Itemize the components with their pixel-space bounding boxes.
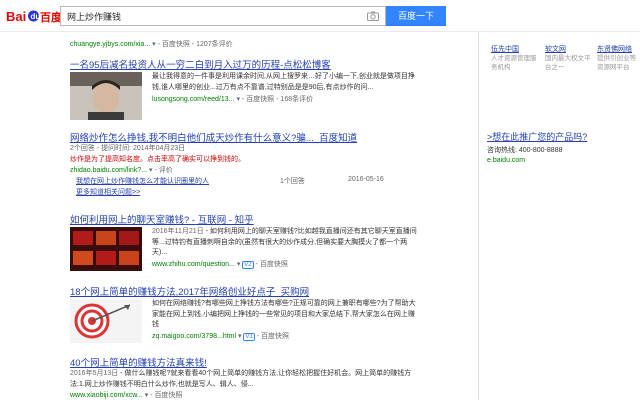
result-url: www.zhihu.com/question... ▾ V2 - 百度快照 — [152, 260, 288, 269]
svg-text:du: du — [31, 12, 41, 21]
result-abstract: 炒作是为了提高知名度。点击率高了确实可以挣到钱的。 — [70, 155, 245, 163]
verified-badge[interactable]: V1 — [243, 332, 255, 341]
sidebar-item-desc: 人才资源管理服务机构 — [491, 55, 537, 71]
snapshot-link[interactable]: 百度快照 — [162, 41, 190, 48]
sidebar-item-title[interactable]: 软文网 — [545, 44, 595, 54]
result-item: 40个网上简单的赚钱方法真来钱! 2016年5月13日 - 做什么赚钱呢?就来看… — [70, 355, 420, 400]
svg-text:Bai: Bai — [6, 9, 26, 24]
result-abstract: 最让我得意的一件事是利用课余时间,从网上搜罗来…好了小编一下,创业就是做项目挣钱… — [152, 73, 415, 91]
search-input[interactable] — [61, 7, 351, 25]
result-meta: 2个回答 - 提问时间: 2014年04月23日 — [70, 145, 186, 152]
sidebar-item[interactable]: 东贤佛网络 提供引创业等资源网平台 — [597, 44, 640, 72]
more-questions-link[interactable]: 更多知道相关问题>> — [76, 187, 140, 197]
result-abstract: 2016年5月13日 - 做什么赚钱呢?就来看看40个网上简单的赚钱方法,让你轻… — [70, 369, 420, 390]
result-thumbnail[interactable] — [70, 227, 142, 271]
search-button[interactable]: 百度一下 — [386, 6, 446, 26]
snapshot-link[interactable]: 百度快照 — [246, 96, 274, 103]
result-url: zhidao.baidu.com/link?... ▾ - 评价 — [70, 167, 173, 174]
result-title[interactable]: 18个网上简单的赚钱方法,2017年网络创业好点子_买购网 — [70, 284, 420, 298]
sidebar-item-title[interactable]: 东贤佛网络 — [597, 44, 640, 54]
snapshot-link[interactable]: 百度快照 — [154, 392, 182, 399]
verified-badge[interactable]: V2 — [242, 260, 254, 269]
promo-link[interactable]: >想在此推广您的产品吗? — [487, 130, 587, 143]
right-sidebar: 伍先中国 人才资源管理服务机构 软文网 国内最大权文平台之一 东贤佛网络 提供引… — [478, 32, 640, 400]
result-title[interactable]: 网络炒作怎么挣钱,我不明白他们成天炒作有什么意义?骗..._百度知道 — [70, 130, 420, 144]
snapshot-link[interactable]: 百度快照 — [261, 333, 289, 340]
result-item: 网络炒作怎么挣钱,我不明白他们成天炒作有什么意义?骗..._百度知道 2个回答 … — [70, 130, 420, 197]
result-url: zq.maigoo.com/3798...html ▾ V1 - 百度快照 — [152, 332, 290, 341]
baidu-logo[interactable]: Bai du 百度 — [6, 6, 60, 26]
sub-date: 2016-05-16 — [348, 176, 384, 183]
sidebar-item-desc: 提供引创业等资源网平台 — [597, 55, 636, 71]
svg-text:百度: 百度 — [40, 10, 60, 24]
sub-question-link[interactable]: 我想在网上炒作赚钱怎么才能认识圈里的人 — [76, 176, 209, 186]
result-abstract-text: - 做什么赚钱呢?就来看看40个网上简单的赚钱方法,让你轻松把握住好机会。网上简… — [70, 370, 412, 388]
sub-answer-count: 1个回答 — [280, 178, 305, 185]
result-url: chuangye.yjbys.com/xia... ▾ - 百度快照 - 120… — [70, 41, 233, 48]
result-title[interactable]: 40个网上简单的赚钱方法真来钱! — [70, 355, 420, 369]
review-count[interactable]: 1207条评价 — [196, 41, 233, 48]
result-url-text[interactable]: www.xiaobiji.com/xcw... — [70, 392, 143, 399]
result-thumbnail[interactable] — [70, 72, 142, 120]
sidebar-item-desc: 国内最大权文平台之一 — [545, 55, 591, 71]
header: Bai du 百度 百度一下 — [0, 0, 640, 32]
result-item: chuangye.yjbys.com/xia... ▾ - 百度快照 - 120… — [70, 39, 420, 49]
search-box — [60, 6, 386, 26]
result-item: 一名95后减名投资人从一穷二白到月入过万的历程-点松松博客 最让我得意的一件事是… — [70, 57, 420, 120]
result-abstract: 如何在网络赚钱?有哪些网上挣钱方法有哪些?正规可靠的网上兼职有哪些?为了帮助大家… — [152, 300, 416, 328]
result-url-text[interactable]: zq.maigoo.com/3798...html — [152, 333, 236, 340]
sidebar-item[interactable]: 软文网 国内最大权文平台之一 — [545, 44, 595, 72]
sidebar-item[interactable]: 伍先中国 人才资源管理服务机构 — [491, 44, 541, 72]
result-date: 2016年5月13日 — [70, 370, 119, 377]
hotline-text: 咨询热线: 400-800-8888 — [487, 147, 563, 154]
result-url-text[interactable]: chuangye.yjbys.com/xia... — [70, 41, 150, 48]
result-url-text[interactable]: www.zhihu.com/question... — [152, 261, 235, 268]
promo-url[interactable]: e.baidu.com — [487, 157, 525, 164]
snapshot-link[interactable]: 百度快照 — [260, 261, 288, 268]
result-item: 如何利用网上的聊天室赚钱? - 互联网 - 知乎 2016年11月21日 - 如… — [70, 212, 420, 271]
result-title[interactable]: 一名95后减名投资人从一穷二白到月入过万的历程-点松松博客 — [70, 57, 420, 71]
result-url-text[interactable]: lusongsong.com/reed/13... — [152, 96, 235, 103]
evaluate-link[interactable]: 评价 — [159, 167, 173, 174]
camera-icon[interactable] — [367, 11, 379, 21]
review-count[interactable]: 168条评价 — [280, 96, 313, 103]
result-item: 18个网上简单的赚钱方法,2017年网络创业好点子_买购网 如何在网络赚钱?有哪… — [70, 284, 420, 343]
result-title[interactable]: 如何利用网上的聊天室赚钱? - 互联网 - 知乎 — [70, 212, 420, 226]
result-abstract: 2016年11月21日 - 如何利用网上的聊天室赚钱?比如越我直播间还有其它聊天… — [152, 227, 420, 259]
sidebar-item-title[interactable]: 伍先中国 — [491, 44, 541, 54]
result-url-text[interactable]: zhidao.baidu.com/link?... — [70, 167, 147, 174]
result-url: lusongsong.com/reed/13... ▾ - 百度快照 - 168… — [152, 96, 314, 103]
result-date: 2016年11月21日 — [152, 228, 204, 235]
result-thumbnail[interactable] — [70, 299, 142, 343]
result-url: www.xiaobiji.com/xcw... ▾ - 百度快照 — [70, 392, 183, 399]
